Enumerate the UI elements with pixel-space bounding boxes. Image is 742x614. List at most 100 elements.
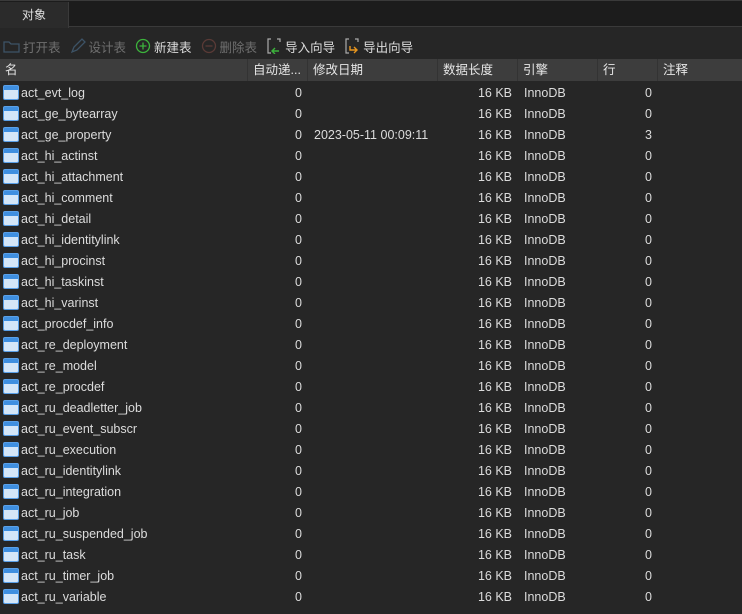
table-row[interactable]: act_hi_procinst 0 16 KB InnoDB 0 bbox=[0, 250, 742, 271]
table-icon bbox=[3, 358, 19, 373]
table-row[interactable]: act_ru_identitylink 0 16 KB InnoDB 0 bbox=[0, 460, 742, 481]
cell-engine: InnoDB bbox=[524, 169, 566, 184]
column-header-rows[interactable]: 行 bbox=[598, 59, 658, 81]
table-row[interactable]: act_ru_suspended_job 0 16 KB InnoDB 0 bbox=[0, 523, 742, 544]
cell-engine: InnoDB bbox=[524, 106, 566, 121]
cell-rows: 0 bbox=[645, 169, 652, 184]
table-icon bbox=[3, 274, 19, 289]
table-row[interactable]: act_ru_execution 0 16 KB InnoDB 0 bbox=[0, 439, 742, 460]
cell-rows: 0 bbox=[645, 442, 652, 457]
cell-auto-increment: 0 bbox=[295, 211, 302, 226]
new-table-button[interactable]: 新建表 bbox=[135, 37, 192, 56]
table-row[interactable]: act_ru_task 0 16 KB InnoDB 0 bbox=[0, 544, 742, 565]
cell-auto-increment: 0 bbox=[295, 232, 302, 247]
table-icon bbox=[3, 190, 19, 205]
cell-name: act_ru_execution bbox=[0, 442, 248, 457]
column-header-auto-increment[interactable]: 自动递... bbox=[248, 59, 308, 81]
table-name: act_hi_procinst bbox=[21, 253, 106, 268]
table-row[interactable]: act_hi_attachment 0 16 KB InnoDB 0 bbox=[0, 166, 742, 187]
column-header-name[interactable]: 名 bbox=[0, 59, 248, 81]
cell-engine: InnoDB bbox=[524, 442, 566, 457]
table-icon bbox=[3, 148, 19, 163]
table-row[interactable]: act_re_deployment 0 16 KB InnoDB 0 bbox=[0, 334, 742, 355]
table-row[interactable]: act_hi_varinst 0 16 KB InnoDB 0 bbox=[0, 292, 742, 313]
table-icon bbox=[3, 400, 19, 415]
table-row[interactable]: act_ru_timer_job 0 16 KB InnoDB 0 bbox=[0, 565, 742, 586]
cell-rows: 0 bbox=[645, 400, 652, 415]
table-row[interactable]: act_ru_integration 0 16 KB InnoDB 0 bbox=[0, 481, 742, 502]
cell-engine: InnoDB bbox=[524, 400, 566, 415]
table-row[interactable]: act_ge_property 0 2023-05-11 00:09:11 16 KB… bbox=[0, 124, 742, 145]
cell-name: act_ge_property bbox=[0, 127, 248, 142]
cell-data-length: 16 KB bbox=[477, 400, 512, 415]
table-row[interactable]: act_hi_detail 0 16 KB InnoDB 0 bbox=[0, 208, 742, 229]
cell-auto-increment: 0 bbox=[295, 589, 302, 604]
cell-engine: InnoDB bbox=[524, 190, 566, 205]
table-row[interactable]: act_procdef_info 0 16 KB InnoDB 0 bbox=[0, 313, 742, 334]
cell-rows: 0 bbox=[645, 379, 652, 394]
cell-auto-increment: 0 bbox=[295, 253, 302, 268]
column-header-data-length[interactable]: 数据长度 bbox=[438, 59, 518, 81]
column-header-engine[interactable]: 引擎 bbox=[518, 59, 598, 81]
cell-auto-increment: 0 bbox=[295, 421, 302, 436]
table-row[interactable]: act_ru_event_subscr 0 16 KB InnoDB 0 bbox=[0, 418, 742, 439]
cell-data-length: 16 KB bbox=[477, 169, 512, 184]
table-row[interactable]: act_ru_job 0 16 KB InnoDB 0 bbox=[0, 502, 742, 523]
delete-table-label: 删除表 bbox=[219, 40, 258, 55]
table-name: act_ru_deadletter_job bbox=[21, 400, 142, 415]
cell-data-length: 16 KB bbox=[477, 106, 512, 121]
table-row[interactable]: act_hi_taskinst 0 16 KB InnoDB 0 bbox=[0, 271, 742, 292]
table-icon bbox=[3, 421, 19, 436]
import-wizard-button[interactable]: 导入向导 bbox=[266, 37, 335, 56]
cell-engine: InnoDB bbox=[524, 232, 566, 247]
table-row[interactable]: act_re_model 0 16 KB InnoDB 0 bbox=[0, 355, 742, 376]
folder-icon bbox=[3, 41, 20, 53]
open-table-button[interactable]: 打开表 bbox=[3, 37, 61, 56]
cell-name: act_procdef_info bbox=[0, 316, 248, 331]
table-name: act_ru_integration bbox=[21, 484, 122, 499]
cell-name: act_ru_integration bbox=[0, 484, 248, 499]
cell-engine: InnoDB bbox=[524, 463, 566, 478]
cell-auto-increment: 0 bbox=[295, 379, 302, 394]
table-row[interactable]: act_ge_bytearray 0 16 KB InnoDB 0 bbox=[0, 103, 742, 124]
table-icon bbox=[3, 337, 19, 352]
table-icon bbox=[3, 442, 19, 457]
table-row[interactable]: act_hi_identitylink 0 16 KB InnoDB 0 bbox=[0, 229, 742, 250]
cell-auto-increment: 0 bbox=[295, 316, 302, 331]
cell-auto-increment: 0 bbox=[295, 190, 302, 205]
cell-data-length: 16 KB bbox=[477, 505, 512, 520]
table-row[interactable]: act_evt_log 0 16 KB InnoDB 0 bbox=[0, 82, 742, 103]
cell-auto-increment: 0 bbox=[295, 169, 302, 184]
cell-name: act_hi_comment bbox=[0, 190, 248, 205]
cell-name: act_re_model bbox=[0, 358, 248, 373]
table-row[interactable]: act_re_procdef 0 16 KB InnoDB 0 bbox=[0, 376, 742, 397]
cell-data-length: 16 KB bbox=[477, 295, 512, 310]
cell-modified-date: 2023-05-11 00:09:11 bbox=[314, 127, 429, 142]
table-name: act_ru_suspended_job bbox=[21, 526, 148, 541]
design-table-button[interactable]: 设计表 bbox=[70, 37, 127, 56]
table-row[interactable]: act_ru_deadletter_job 0 16 KB InnoDB 0 bbox=[0, 397, 742, 418]
table-row[interactable]: act_hi_actinst 0 16 KB InnoDB 0 bbox=[0, 145, 742, 166]
column-header-comment[interactable]: 注释 bbox=[658, 59, 742, 81]
cell-rows: 0 bbox=[645, 106, 652, 121]
export-wizard-button[interactable]: 导出向导 bbox=[344, 37, 413, 56]
table-row[interactable]: act_ru_variable 0 16 KB InnoDB 0 bbox=[0, 586, 742, 607]
table-icon bbox=[3, 169, 19, 184]
delete-table-button[interactable]: 删除表 bbox=[201, 37, 258, 56]
table-name: act_hi_varinst bbox=[21, 295, 99, 310]
table-icon bbox=[3, 316, 19, 331]
cell-rows: 0 bbox=[645, 295, 652, 310]
table-row[interactable]: act_hi_comment 0 16 KB InnoDB 0 bbox=[0, 187, 742, 208]
cell-engine: InnoDB bbox=[524, 211, 566, 226]
table-icon bbox=[3, 463, 19, 478]
cell-rows: 0 bbox=[645, 85, 652, 100]
cell-rows: 0 bbox=[645, 337, 652, 352]
column-header-modified-date[interactable]: 修改日期 bbox=[308, 59, 438, 81]
cell-rows: 0 bbox=[645, 547, 652, 562]
design-table-label: 设计表 bbox=[88, 40, 127, 55]
table-header: 名 自动递... 修改日期 数据长度 引擎 行 注释 bbox=[0, 59, 742, 81]
export-wizard-label: 导出向导 bbox=[363, 40, 414, 55]
cell-rows: 0 bbox=[645, 505, 652, 520]
tab-objects[interactable]: 对象 bbox=[0, 2, 69, 28]
cell-engine: InnoDB bbox=[524, 85, 566, 100]
